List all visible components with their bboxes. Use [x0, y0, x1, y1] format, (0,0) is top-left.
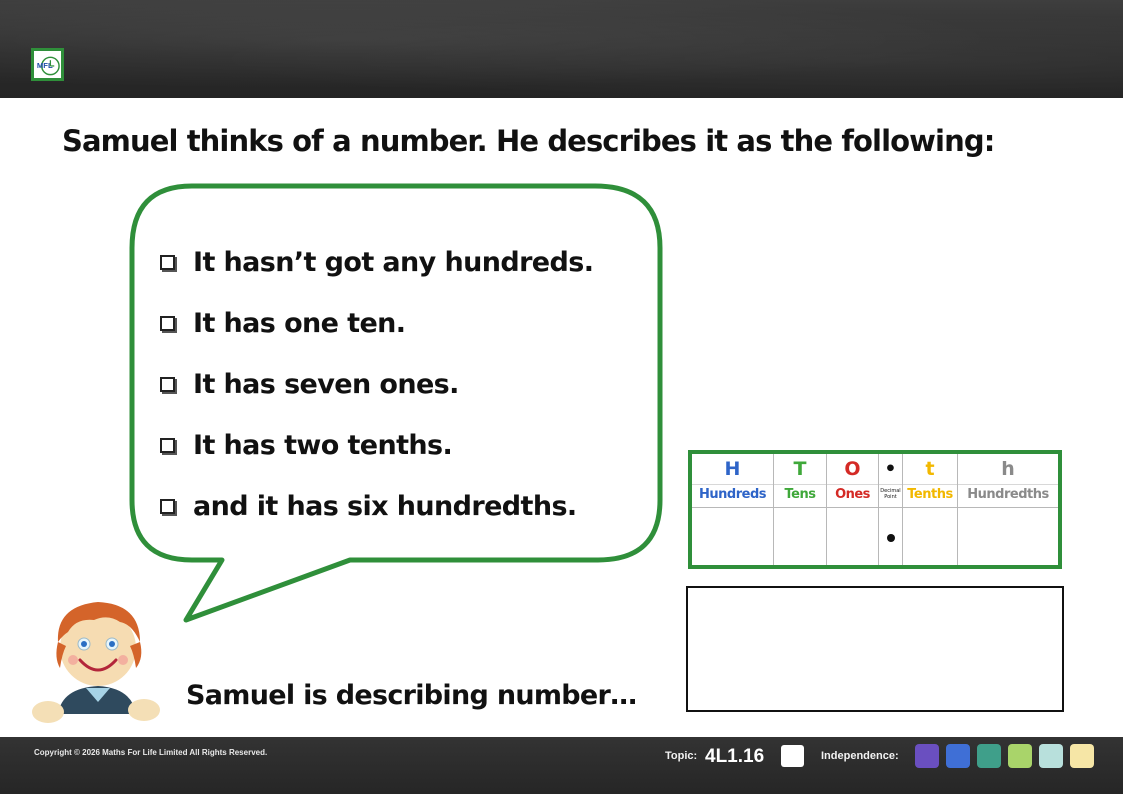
checkbox-icon[interactable] — [160, 316, 175, 331]
copyright-text: Copyright © 2026 Maths For Life Limited … — [34, 748, 268, 757]
checkbox-icon[interactable] — [160, 255, 175, 270]
independence-swatch-3[interactable] — [977, 744, 1001, 768]
clue-text: It has two tenths. — [193, 430, 453, 461]
pv-column-decimal-point: • Decimal Point — [879, 454, 903, 565]
pv-word: Hundreds — [699, 487, 766, 502]
pv-word: Ones — [835, 487, 870, 502]
independence-swatch-1[interactable] — [915, 744, 939, 768]
clue-item: It has seven ones. — [160, 354, 593, 415]
decimal-point-dot — [887, 534, 895, 542]
clue-item: It has one ten. — [160, 293, 593, 354]
checkbox-icon[interactable] — [160, 438, 175, 453]
independence-swatch-2[interactable] — [946, 744, 970, 768]
clue-text: and it has six hundredths. — [193, 491, 577, 522]
pv-word: Hundredths — [967, 487, 1049, 502]
answer-box[interactable] — [686, 586, 1064, 712]
topic-code: 4L1.16 — [705, 746, 765, 767]
pv-letter: O — [844, 458, 861, 480]
independence-swatch-4[interactable] — [1008, 744, 1032, 768]
mfl-logo-icon: MFL — [31, 48, 64, 81]
samuel-character-icon — [32, 602, 160, 723]
pv-word: Tens — [784, 487, 816, 502]
place-value-table: H Hundreds T Tens O Ones • Decimal Point… — [688, 450, 1062, 569]
independence-swatch-6[interactable] — [1070, 744, 1094, 768]
clue-text: It has one ten. — [193, 308, 406, 339]
checkbox-icon[interactable] — [160, 377, 175, 392]
pv-letter: h — [1001, 458, 1015, 480]
clue-list: It hasn’t got any hundreds. It has one t… — [160, 232, 594, 537]
independence-label: Independence: — [821, 750, 899, 762]
prompt-text: Samuel is describing number… — [186, 680, 637, 711]
pv-letter: • — [884, 458, 897, 480]
pv-word: Tenths — [907, 487, 953, 502]
pv-column-hundredths: h Hundredths — [958, 454, 1058, 565]
svg-text:MFL: MFL — [37, 60, 53, 69]
clue-item: It has two tenths. — [160, 415, 593, 476]
pv-letter: T — [793, 458, 807, 480]
pv-column-tens: T Tens — [774, 454, 827, 565]
pv-column-hundreds: H Hundreds — [692, 454, 774, 565]
clue-text: It has seven ones. — [193, 369, 459, 400]
pv-column-ones: O Ones — [827, 454, 879, 565]
pv-column-tenths: t Tenths — [903, 454, 958, 565]
independence-swatch-5[interactable] — [1039, 744, 1063, 768]
topic-label: Topic: — [665, 750, 698, 762]
clue-item: and it has six hundredths. — [160, 476, 593, 537]
topic-checkbox[interactable] — [781, 745, 804, 767]
pv-letter: t — [925, 458, 935, 480]
clue-text: It hasn’t got any hundreds. — [193, 247, 594, 278]
pv-letter: H — [724, 458, 741, 480]
clue-item: It hasn’t got any hundreds. — [160, 232, 594, 293]
checkbox-icon[interactable] — [160, 499, 175, 514]
pv-word: Decimal Point — [880, 488, 901, 500]
